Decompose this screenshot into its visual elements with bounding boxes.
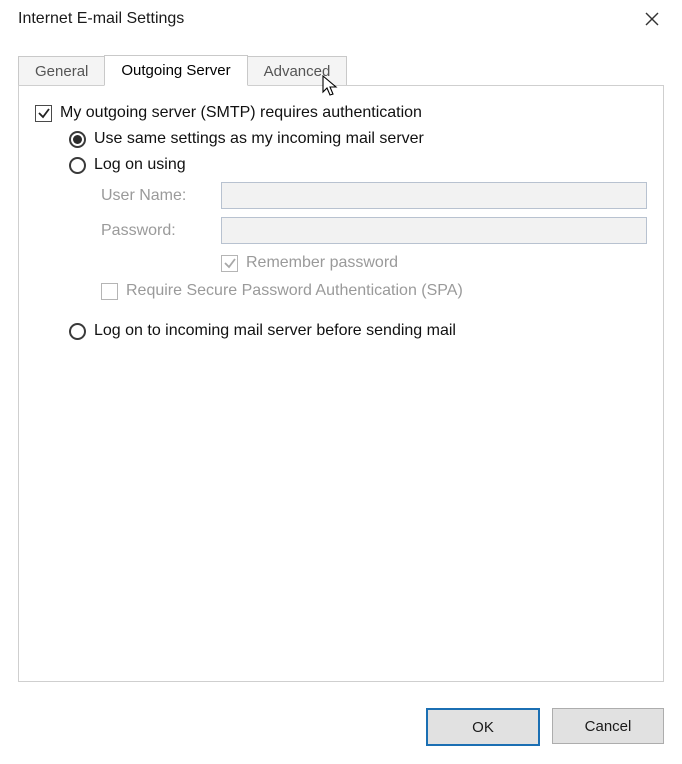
ok-button-label: OK xyxy=(472,719,494,736)
dialog-footer: OK Cancel xyxy=(0,698,682,764)
radio-same-settings-label: Use same settings as my incoming mail se… xyxy=(94,130,424,148)
cancel-button-label: Cancel xyxy=(585,718,632,735)
remember-password-row: Remember password xyxy=(101,254,647,272)
radio-log-on-incoming-label: Log on to incoming mail server before se… xyxy=(94,322,456,340)
user-name-input xyxy=(221,182,647,209)
requires-auth-checkbox[interactable] xyxy=(35,105,52,122)
option-log-on-using-row: Log on using xyxy=(69,156,647,174)
panel-outgoing-server: My outgoing server (SMTP) requires authe… xyxy=(18,85,664,682)
password-label: Password: xyxy=(101,222,221,240)
option-log-on-incoming-row: Log on to incoming mail server before se… xyxy=(69,322,647,340)
titlebar: Internet E-mail Settings xyxy=(0,0,682,40)
remember-password-label: Remember password xyxy=(246,254,398,272)
dialog-window: Internet E-mail Settings General Outgoin… xyxy=(0,0,682,764)
password-row: Password: xyxy=(101,217,647,244)
radio-log-on-using[interactable] xyxy=(69,157,86,174)
requires-auth-row: My outgoing server (SMTP) requires authe… xyxy=(35,104,647,122)
checkmark-icon xyxy=(37,106,51,120)
window-title: Internet E-mail Settings xyxy=(18,10,184,28)
tabstrip: General Outgoing Server Advanced xyxy=(18,54,664,85)
remember-password-checkbox xyxy=(221,255,238,272)
require-spa-label: Require Secure Password Authentication (… xyxy=(126,282,463,300)
cancel-button[interactable]: Cancel xyxy=(552,708,664,744)
tab-general[interactable]: General xyxy=(18,56,105,86)
user-name-row: User Name: xyxy=(101,182,647,209)
radio-log-on-using-label: Log on using xyxy=(94,156,186,174)
tab-label: Outgoing Server xyxy=(121,62,230,79)
radio-same-settings[interactable] xyxy=(69,131,86,148)
close-icon xyxy=(645,12,659,26)
radio-log-on-incoming[interactable] xyxy=(69,323,86,340)
password-input xyxy=(221,217,647,244)
tab-label: General xyxy=(35,63,88,80)
tab-advanced[interactable]: Advanced xyxy=(247,56,348,86)
checkmark-icon xyxy=(223,256,237,270)
ok-button[interactable]: OK xyxy=(426,708,540,746)
tab-label: Advanced xyxy=(264,63,331,80)
option-same-settings-row: Use same settings as my incoming mail se… xyxy=(69,130,647,148)
client-area: General Outgoing Server Advanced My outg… xyxy=(0,40,682,698)
user-name-label: User Name: xyxy=(101,187,221,205)
require-spa-checkbox xyxy=(101,283,118,300)
require-spa-row: Require Secure Password Authentication (… xyxy=(101,282,647,300)
close-button[interactable] xyxy=(630,4,674,34)
requires-auth-label: My outgoing server (SMTP) requires authe… xyxy=(60,104,422,122)
tab-outgoing-server[interactable]: Outgoing Server xyxy=(104,55,247,86)
